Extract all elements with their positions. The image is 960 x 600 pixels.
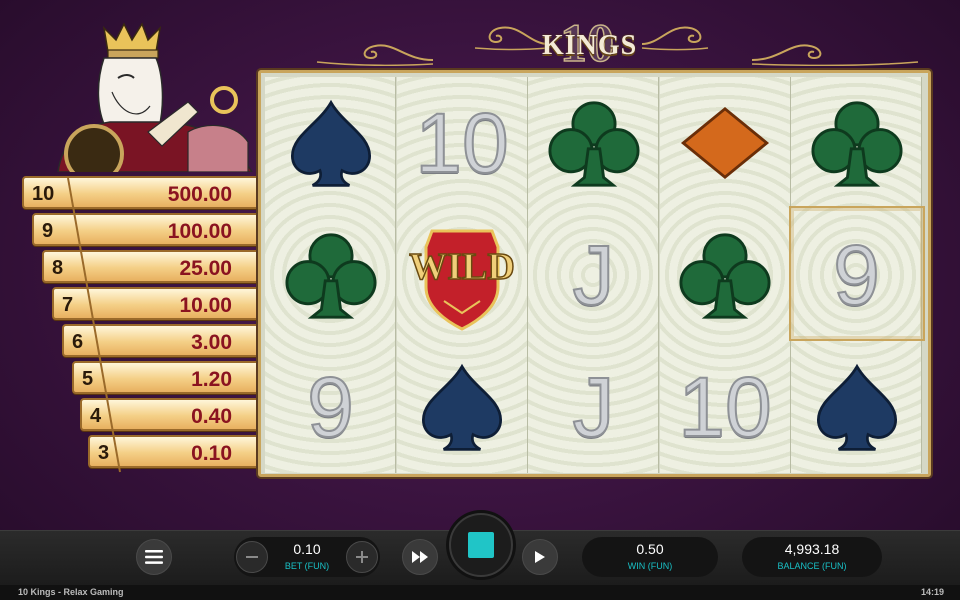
- club-icon: [547, 101, 640, 187]
- reel-cell-diamond: [660, 77, 791, 209]
- king-portrait: [57, 22, 253, 172]
- symbol-J: J: [572, 359, 616, 455]
- paytable-row: 8 25.00: [42, 250, 262, 283]
- turbo-button[interactable]: [402, 539, 438, 575]
- reel-cell-spade: [791, 341, 922, 473]
- reel-4: 10: [659, 77, 791, 473]
- footer-clock: 14:19: [920, 587, 944, 597]
- logo-flourish-left: [474, 26, 549, 51]
- reel-cell-9: 9: [265, 341, 396, 473]
- reel-1: 9: [265, 77, 396, 473]
- wild-icon: WILD: [408, 229, 516, 331]
- paytable-count: 8: [52, 257, 64, 279]
- symbol-10: 10: [677, 359, 772, 455]
- reel-cell-10: 10: [397, 77, 528, 209]
- reel-cell-club: [528, 77, 659, 209]
- paytable-amount: 500.00: [167, 183, 232, 206]
- stop-icon: [468, 532, 494, 558]
- game-logo: 10 KINGS: [470, 10, 710, 74]
- paytable-row: 10 500.00: [22, 176, 262, 209]
- win-value: 0.50: [636, 541, 664, 557]
- reel-cell-10: 10: [660, 341, 791, 473]
- symbol-9: 9: [306, 359, 355, 455]
- symbol-10: 10: [414, 95, 509, 191]
- logo-flourish-right: [641, 26, 709, 51]
- svg-text:WILD: WILD: [409, 246, 515, 288]
- play-icon: [535, 551, 545, 563]
- reel-3: JJ: [528, 77, 659, 473]
- paytable-amount: 0.10: [191, 442, 232, 465]
- spade-icon: [816, 363, 897, 451]
- paytable-amount: 100.00: [167, 220, 232, 243]
- paytable-row: 7 10.00: [52, 287, 262, 320]
- paytable-count: 3: [98, 442, 110, 464]
- reel-cell-club: [791, 77, 922, 209]
- top-flourish-right: [751, 44, 919, 66]
- paytable-count: 6: [72, 331, 84, 353]
- bet-panel: 0.10 BET (FUN): [234, 537, 380, 577]
- reel-cell-J: J: [528, 341, 659, 473]
- reel-cell-club: [660, 209, 791, 341]
- win-panel: 0.50 WIN (FUN): [582, 537, 718, 577]
- spade-icon: [421, 363, 503, 451]
- reel-cell-spade: [265, 77, 396, 209]
- paytable-amount: 1.20: [191, 368, 232, 391]
- spin-stop-button[interactable]: [449, 513, 513, 577]
- paytable-count: 5: [82, 368, 94, 390]
- win-label: WIN (FUN): [627, 561, 673, 571]
- paytable-count: 10: [32, 183, 55, 205]
- paytable-count: 9: [42, 220, 54, 242]
- plus-icon: [356, 551, 368, 563]
- paytable-count: 7: [62, 294, 74, 316]
- winning-cell-highlight: [789, 206, 925, 341]
- paytable-row: 5 1.20: [72, 361, 262, 394]
- balance-label: BALANCE (FUN): [777, 561, 847, 571]
- paytable-count: 4: [90, 405, 102, 427]
- paytable-amount: 25.00: [179, 257, 232, 280]
- diamond-icon: [680, 106, 770, 180]
- paytable: 10 500.00 9 100.00 8 25.00 7 10.00 6 3.0…: [20, 176, 262, 474]
- menu-button[interactable]: [136, 539, 172, 575]
- spade-icon: [290, 99, 371, 187]
- fast-forward-icon: [412, 551, 428, 563]
- paytable-amount: 10.00: [179, 294, 232, 317]
- paytable-amount: 3.00: [191, 331, 232, 354]
- club-icon: [810, 101, 903, 187]
- reel-cell-wild: WILD: [397, 209, 528, 341]
- footer-bar: 10 Kings - Relax Gaming 14:19: [0, 585, 960, 600]
- paytable-row: 9 100.00: [32, 213, 262, 246]
- paytable-row: 6 3.00: [62, 324, 262, 357]
- reel-2: 10 WILD: [396, 77, 528, 473]
- paytable-row: 3 0.10: [88, 435, 262, 468]
- balance-panel: 4,993.18 BALANCE (FUN): [742, 537, 882, 577]
- footer-game-title: 10 Kings - Relax Gaming: [18, 587, 124, 597]
- top-flourish-left: [316, 44, 434, 66]
- hamburger-icon: [145, 550, 163, 564]
- balance-value: 4,993.18: [784, 541, 840, 557]
- paytable-row: 4 0.40: [80, 398, 262, 431]
- club-icon: [679, 233, 771, 319]
- reel-cell-spade: [397, 341, 528, 473]
- logo-word: KINGS: [542, 30, 638, 61]
- club-icon: [284, 233, 377, 319]
- paytable-amount: 0.40: [191, 405, 232, 428]
- symbol-J: J: [572, 227, 616, 323]
- game-stage: 10 KINGS 10 500.00 9 100.00 8 25.00 7 10…: [0, 0, 960, 600]
- reel-cell-club: [265, 209, 396, 341]
- autoplay-button[interactable]: [522, 539, 558, 575]
- reel-cell-J: J: [528, 209, 659, 341]
- bet-increase-button[interactable]: [346, 541, 378, 573]
